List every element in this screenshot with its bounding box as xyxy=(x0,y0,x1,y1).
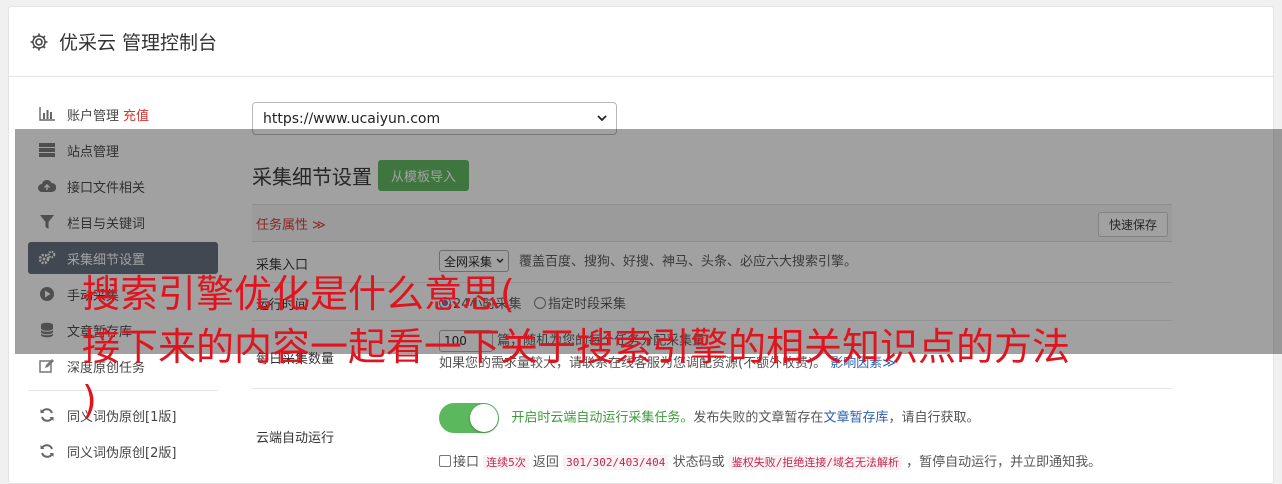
sidebar-item-synonym-v2[interactable]: 同义词伪原创[2版] xyxy=(28,435,218,467)
watermark-headline: 搜索引擎优化是什么意思( 接下来的内容一起看一下关于搜索引擎的相关知识点的方法 … xyxy=(82,268,1262,427)
text-pause: ，暂停自动运行，并立即通知我。 xyxy=(906,455,1102,470)
code-auth-fail: 鉴权失败/拒绝连接/域名无法解析 xyxy=(728,455,902,470)
headline-line-1: 搜索引擎优化是什么意思( xyxy=(82,272,515,316)
page-title: 优采云 管理控制台 xyxy=(59,32,218,54)
refresh-icon xyxy=(38,442,56,460)
pause-notify-checkbox[interactable] xyxy=(439,455,451,467)
text-return: 返回 xyxy=(532,455,559,470)
check-label: 接口 xyxy=(453,455,480,470)
recharge-link[interactable]: 充值 xyxy=(123,105,149,124)
edit-icon xyxy=(38,357,56,375)
row-label: 云端自动运行 xyxy=(256,431,335,446)
sidebar-item-label: 账户管理 xyxy=(67,108,120,124)
headline-line-3: ) xyxy=(82,378,97,422)
code-consecutive: 连续5次 xyxy=(483,455,529,470)
chevron-down-icon xyxy=(596,112,608,128)
sidebar-item-label: 同义词伪原创[2版] xyxy=(67,445,177,461)
site-select-value: https://www.ucaiyun.com xyxy=(263,110,441,127)
text-status: 状态码或 xyxy=(672,455,725,470)
sidebar-item-account[interactable]: 账户管理 充值 xyxy=(28,98,218,130)
refresh-icon xyxy=(38,406,56,424)
headline-line-2: 接下来的内容一起看一下关于搜索引擎的相关知识点的方法 xyxy=(82,325,1071,369)
row-body-2: 接口 连续5次 返回 301/302/403/404 状态码或 鉴权失败/拒绝连… xyxy=(439,451,1101,470)
page-header: 优采云 管理控制台 xyxy=(9,7,1273,77)
gear-icon xyxy=(29,32,49,52)
code-status: 301/302/403/404 xyxy=(563,455,669,470)
bar-chart-icon xyxy=(38,105,56,123)
